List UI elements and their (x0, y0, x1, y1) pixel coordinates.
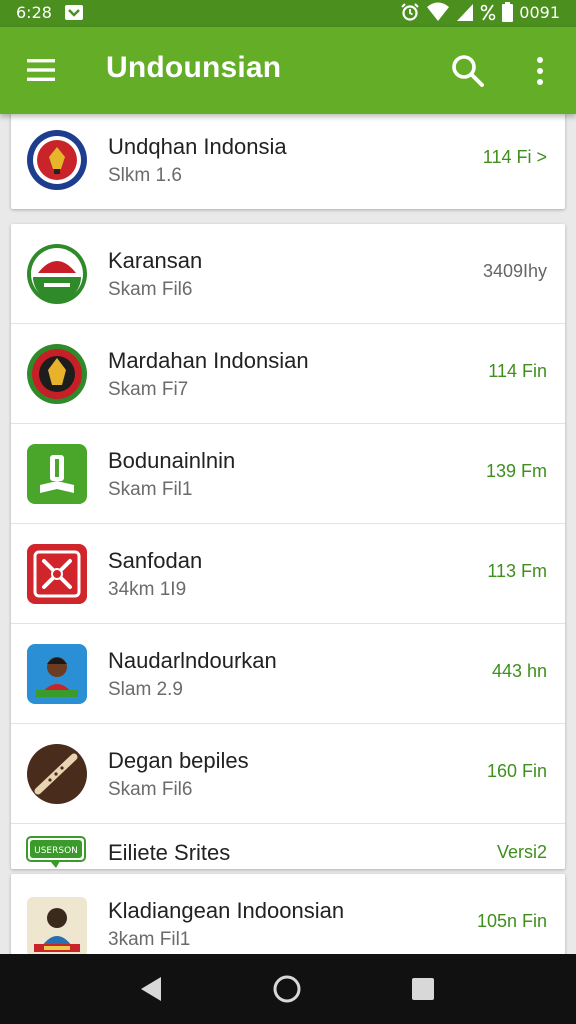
list-item-meta: 113 Fm (487, 561, 547, 581)
list-item[interactable]: Naudarlndourkan Slam 2.9 443 hn (11, 624, 565, 724)
list-item[interactable]: Undqhan Indonsia Slkm 1.6 114 Fi > (11, 114, 565, 209)
list-item[interactable]: Kladiangean Indoonsian 3kam Fil1 105n Fi… (11, 874, 565, 954)
list-item-title: Bodunainlnin (108, 448, 236, 473)
battery-text: 0091 (519, 2, 560, 22)
emblem-red-gold-icon (27, 344, 87, 404)
app-bar: Undounsian (0, 27, 576, 114)
list-item-title: Naudarlndourkan (108, 648, 277, 673)
list-item-meta: Versi2 (496, 842, 547, 862)
list-item-subtitle: 3kam Fil1 (108, 929, 191, 950)
list-content[interactable]: Undqhan Indonsia Slkm 1.6 114 Fi > Karan… (0, 114, 576, 954)
list-item[interactable]: USERSON Eiliete Srites Versi2 (11, 824, 565, 879)
list-item-title: Karansan (108, 248, 203, 273)
alarm-icon (401, 3, 419, 21)
emblem-green-red-icon (27, 244, 87, 304)
list-item-title: Degan bepiles (108, 748, 249, 773)
percent-icon (480, 4, 496, 21)
list-item-subtitle: Skam Fi7 (108, 379, 189, 400)
list-card-top: Undqhan Indonsia Slkm 1.6 114 Fi > (11, 114, 565, 209)
list-item-subtitle: Skam Fil1 (108, 479, 193, 500)
status-time: 6:28 (16, 3, 52, 22)
list-item[interactable]: Karansan Skam Fil6 3409Ihy (11, 224, 565, 324)
portrait-badge-icon (27, 897, 87, 954)
list-item[interactable]: Bodunainlnin Skam Fil1 139 Fm (11, 424, 565, 524)
list-item-subtitle: 34km 1I9 (108, 579, 187, 600)
badge-text: USERSON (34, 846, 78, 856)
list-item-meta: 160 Fin (486, 761, 547, 781)
flute-icon (27, 744, 87, 804)
list-item[interactable]: Degan bepiles Skam Fil6 160 Fin (11, 724, 565, 824)
list-item-meta: 3409Ihy (482, 261, 547, 281)
more-vert-icon[interactable] (527, 53, 553, 89)
list-item[interactable]: Sanfodan 34km 1I9 113 Fm (11, 524, 565, 624)
chevron-right-icon: > (536, 147, 547, 167)
app-title: Undounsian (106, 51, 282, 84)
emblem-blue-icon (27, 130, 87, 190)
list-item-subtitle: Skam Fil6 (108, 779, 193, 800)
hamburger-menu-icon[interactable] (26, 57, 56, 83)
wifi-icon (427, 2, 450, 21)
list-item-meta: 105n Fin (476, 911, 547, 931)
recents-square-icon[interactable] (409, 974, 437, 1004)
list-item-subtitle: Slam 2.9 (108, 679, 183, 700)
list-item-subtitle: Skam Fil6 (108, 279, 193, 300)
list-item-title: Kladiangean Indoonsian (108, 898, 345, 923)
chat-badge-icon: USERSON (26, 836, 86, 868)
back-triangle-icon[interactable] (137, 974, 165, 1004)
list-item-meta: 114 Fi > (483, 147, 547, 168)
list-item-title: Eiliete Srites (108, 840, 231, 865)
list-item-meta-text: 114 Fi (482, 147, 532, 167)
book-app-icon (27, 444, 87, 504)
portrait-icon (27, 644, 87, 704)
navigation-bar (0, 954, 576, 1024)
signal-icon (457, 4, 474, 21)
list-item-title: Sanfodan (108, 548, 203, 573)
list-item-title: Mardahan Indonsian (108, 348, 309, 373)
list-item[interactable]: Mardahan Indonsian Skam Fi7 114 Fin (11, 324, 565, 424)
list-item-subtitle: Slkm 1.6 (108, 165, 182, 186)
battery-icon (502, 2, 514, 22)
list-card-main: Karansan Skam Fil6 3409Ihy Mardahan Indo… (11, 224, 565, 869)
status-icons: 0091 (400, 2, 560, 22)
crossed-tools-icon (27, 544, 87, 604)
status-bar: 6:28 0091 (0, 0, 576, 27)
home-circle-icon[interactable] (272, 974, 302, 1004)
list-item-title: Undqhan Indonsia (108, 134, 287, 159)
list-card-bottom: Kladiangean Indoonsian 3kam Fil1 105n Fi… (11, 874, 565, 954)
list-item-meta: 139 Fm (485, 461, 547, 481)
notification-icon (65, 5, 83, 20)
list-item-meta: 443 hn (491, 661, 547, 681)
search-icon[interactable] (450, 53, 486, 89)
list-item-meta: 114 Fin (488, 361, 547, 381)
